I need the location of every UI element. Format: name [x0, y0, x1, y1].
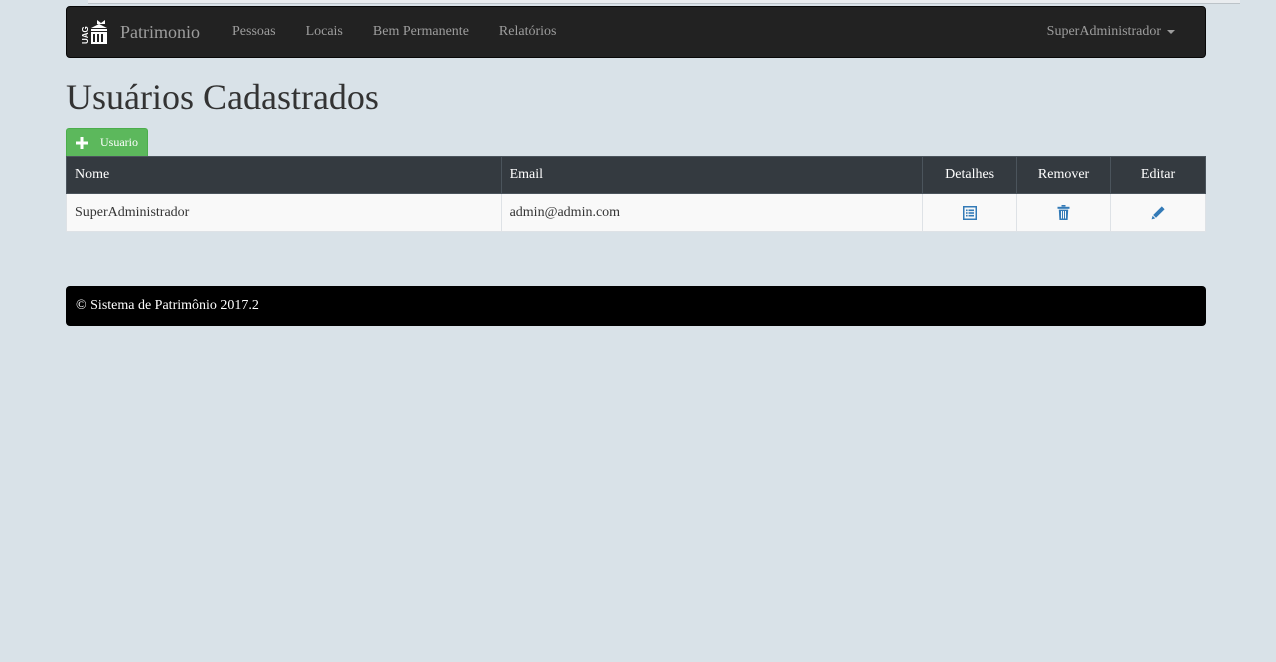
browser-top-edge — [88, 0, 1240, 4]
trash-icon — [1057, 205, 1070, 220]
add-user-button-label: Usuario — [100, 135, 138, 149]
pencil-icon — [1151, 206, 1165, 220]
column-header-editar: Editar — [1110, 156, 1206, 194]
list-alt-icon — [962, 205, 977, 220]
building-logo-icon: UAG — [82, 20, 107, 44]
cell-editar — [1110, 193, 1206, 232]
page-title: Usuários Cadastrados — [66, 77, 379, 117]
remove-button[interactable] — [1054, 203, 1074, 223]
top-navbar: UAG Patrimonio Pessoas Locais Bem Perman… — [66, 6, 1206, 58]
brand-name: Patrimonio — [120, 21, 200, 42]
cell-detalhes — [922, 193, 1018, 232]
nav-link-locais[interactable]: Locais — [291, 24, 358, 40]
add-user-button[interactable]: Usuario — [66, 128, 148, 156]
table-header-row: Nome Email Detalhes Remover Editar — [66, 156, 1206, 194]
caret-down-icon — [1167, 30, 1175, 34]
user-menu-dropdown[interactable]: SuperAdministrador — [1047, 7, 1175, 57]
column-header-email: Email — [500, 156, 924, 194]
brand-link[interactable]: UAG Patrimonio — [82, 7, 200, 57]
nav-link-pessoas[interactable]: Pessoas — [217, 24, 291, 40]
brand-logo-text: UAG — [82, 26, 90, 44]
column-header-nome: Nome — [66, 156, 502, 194]
footer-text: © Sistema de Patrimônio 2017.2 — [76, 298, 259, 313]
edit-button[interactable] — [1148, 203, 1168, 223]
cell-nome: SuperAdministrador — [66, 193, 502, 232]
nav-link-bem-permanente[interactable]: Bem Permanente — [358, 24, 484, 40]
cell-remover — [1016, 193, 1112, 232]
user-menu-label: SuperAdministrador — [1046, 24, 1161, 39]
nav-link-relatorios[interactable]: Relatórios — [484, 24, 572, 40]
details-button[interactable] — [960, 203, 980, 223]
page-footer: © Sistema de Patrimônio 2017.2 — [66, 286, 1206, 326]
plus-icon — [76, 136, 88, 149]
users-table: Nome Email Detalhes Remover Editar Super… — [66, 156, 1206, 232]
column-header-detalhes: Detalhes — [922, 156, 1018, 194]
table-row: SuperAdministrador admin@admin.com — [66, 193, 1206, 232]
cell-email: admin@admin.com — [500, 193, 924, 232]
column-header-remover: Remover — [1016, 156, 1112, 194]
main-nav: Pessoas Locais Bem Permanente Relatórios — [217, 7, 571, 57]
